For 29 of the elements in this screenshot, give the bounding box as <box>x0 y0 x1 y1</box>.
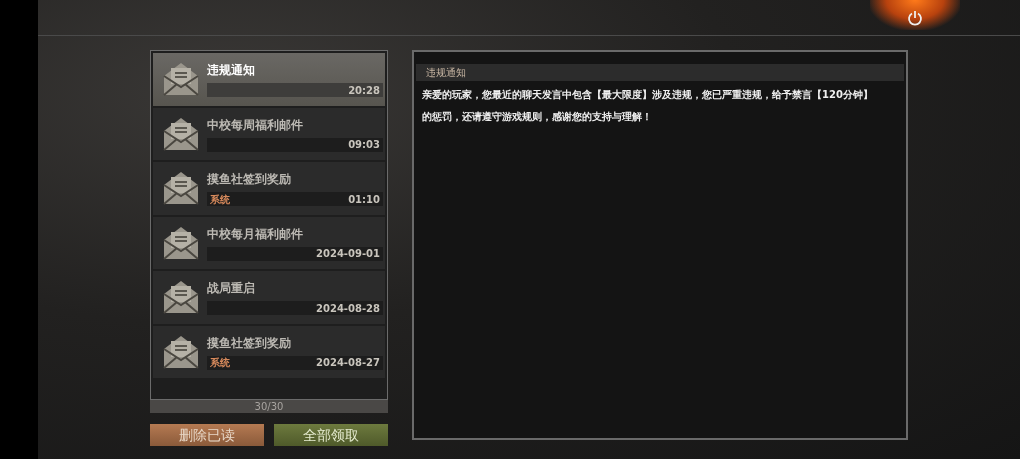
mail-sender: 系统 <box>210 356 230 371</box>
mail-count: 30/30 <box>150 400 388 413</box>
mail-title: 中校每周福利邮件 <box>207 116 304 134</box>
mail-title: 违规通知 <box>207 62 256 80</box>
mail-time: 2024-08-27 <box>316 356 380 371</box>
mail-title: 中校每月福利邮件 <box>207 225 304 243</box>
envelope-icon <box>161 278 201 317</box>
mail-title: 战局重启 <box>207 280 256 298</box>
mail-item[interactable]: 中校每周福利邮件 09:03 <box>153 107 385 160</box>
mail-time: 01:10 <box>348 192 380 207</box>
mail-item[interactable]: 摸鱼社签到奖励 系统 01:10 <box>153 162 385 215</box>
mail-item[interactable]: 战局重启 2024-08-28 <box>153 271 385 324</box>
mail-time: 2024-08-28 <box>316 301 380 316</box>
mail-item[interactable]: 中校每月福利邮件 2024-09-01 <box>153 216 385 269</box>
envelope-icon <box>161 60 201 99</box>
mail-item[interactable]: 摸鱼社签到奖励 系统 2024-08-27 <box>153 325 385 378</box>
mail-item[interactable]: 违规通知 20:28 <box>153 53 385 106</box>
mail-time: 2024-09-01 <box>316 247 380 262</box>
mail-title: 摸鱼社签到奖励 <box>207 171 292 189</box>
power-icon <box>907 10 923 26</box>
mail-subject: 违规通知 <box>416 64 904 81</box>
mail-body: 亲爱的玩家，您最近的聊天发言中包含【最大限度】涉及违规，您已严重违规，给予禁言【120分钟】的惩罚，还请遵守游戏规则，感谢您的支持与理解！ <box>421 88 874 124</box>
mail-sender: 系统 <box>210 192 230 207</box>
mail-time: 09:03 <box>348 138 380 153</box>
claim-all-button[interactable]: 全部领取 <box>274 424 388 446</box>
mail-title: 摸鱼社签到奖励 <box>207 334 292 352</box>
power-button[interactable] <box>870 0 960 30</box>
envelope-icon <box>161 169 201 208</box>
mail-time: 20:28 <box>348 83 380 98</box>
